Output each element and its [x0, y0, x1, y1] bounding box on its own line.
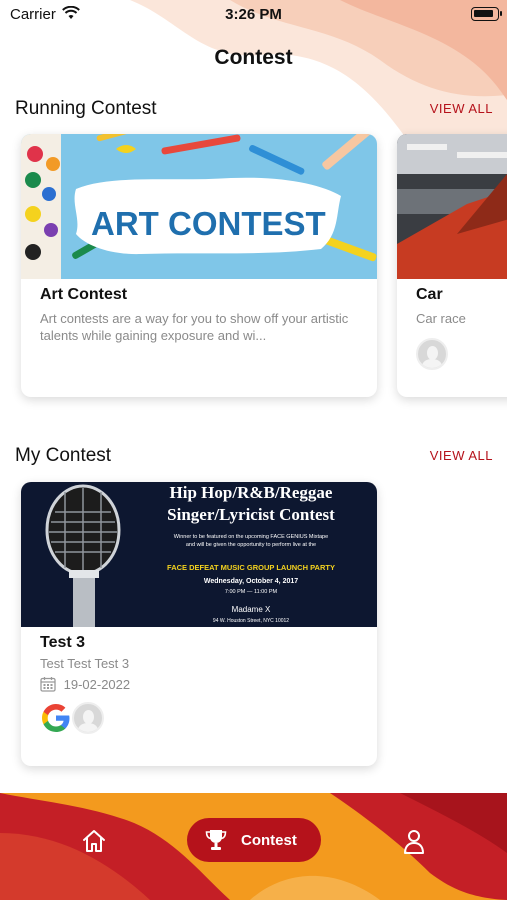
poster-small2: and will be given the opportunity to per…: [186, 542, 316, 548]
calendar-icon: [40, 677, 56, 692]
running-view-all-link[interactable]: VIEW ALL: [430, 101, 493, 116]
trophy-icon: [205, 830, 227, 850]
tab-contest-label: Contest: [241, 832, 297, 849]
car-image: [397, 134, 507, 279]
card-title: Test 3: [40, 634, 86, 651]
card-description: Test Test Test 3: [40, 656, 130, 671]
poster-venue: Madame X: [232, 605, 271, 614]
art-contest-image-text: ART CONTEST: [91, 205, 326, 242]
contest-card-car[interactable]: Car Car race: [397, 134, 507, 397]
poster-event: FACE DEFEAT MUSIC GROUP LAUNCH PARTY: [167, 563, 335, 572]
card-description: Car race: [416, 311, 466, 326]
card-date-row: 19-02-2022: [40, 676, 130, 692]
card-description: Art contests are a way for you to show o…: [40, 311, 349, 343]
card-date: 19-02-2022: [63, 677, 131, 692]
art-contest-image: ART CONTEST: [21, 134, 377, 279]
clock-time: 3:26 PM: [225, 6, 282, 23]
card-title: Car: [416, 286, 443, 303]
running-contest-title: Running Contest: [15, 98, 157, 119]
bottom-tab-bar: Contest: [0, 793, 507, 900]
my-contest-title: My Contest: [15, 445, 112, 466]
page-title: Contest: [214, 46, 293, 69]
battery-icon: [471, 7, 502, 21]
my-view-all-link[interactable]: VIEW ALL: [430, 448, 493, 463]
avatar-icon: [72, 702, 104, 734]
poster-date: Wednesday, October 4, 2017: [204, 578, 298, 585]
tab-contest[interactable]: Contest: [187, 818, 321, 862]
card-title: Art Contest: [40, 286, 128, 303]
google-icon: [40, 702, 72, 734]
home-icon[interactable]: [80, 827, 108, 855]
running-contest-header: Running Contest VIEW ALL: [15, 98, 493, 124]
poster-line1: Hip Hop/R&B/Reggae: [170, 483, 333, 502]
my-contest-header: My Contest VIEW ALL: [15, 445, 493, 471]
status-bar: Carrier 3:26 PM: [0, 0, 507, 30]
poster-line2: Singer/Lyricist Contest: [167, 505, 335, 524]
poster-small1: Winner to be featured on the upcoming FA…: [174, 534, 328, 540]
poster-image: Hip Hop/R&B/Reggae Singer/Lyricist Conte…: [21, 482, 377, 627]
avatar-icon: [416, 338, 448, 370]
contest-card-art[interactable]: ART CONTEST Art Contest Art contests are…: [21, 134, 377, 397]
poster-address: 94 W. Houston Street, NYC 10012: [213, 618, 289, 624]
contest-card-test3[interactable]: Hip Hop/R&B/Reggae Singer/Lyricist Conte…: [21, 482, 377, 766]
user-icon[interactable]: [400, 827, 428, 855]
poster-time: 7:00 PM — 11:00 PM: [225, 589, 278, 595]
